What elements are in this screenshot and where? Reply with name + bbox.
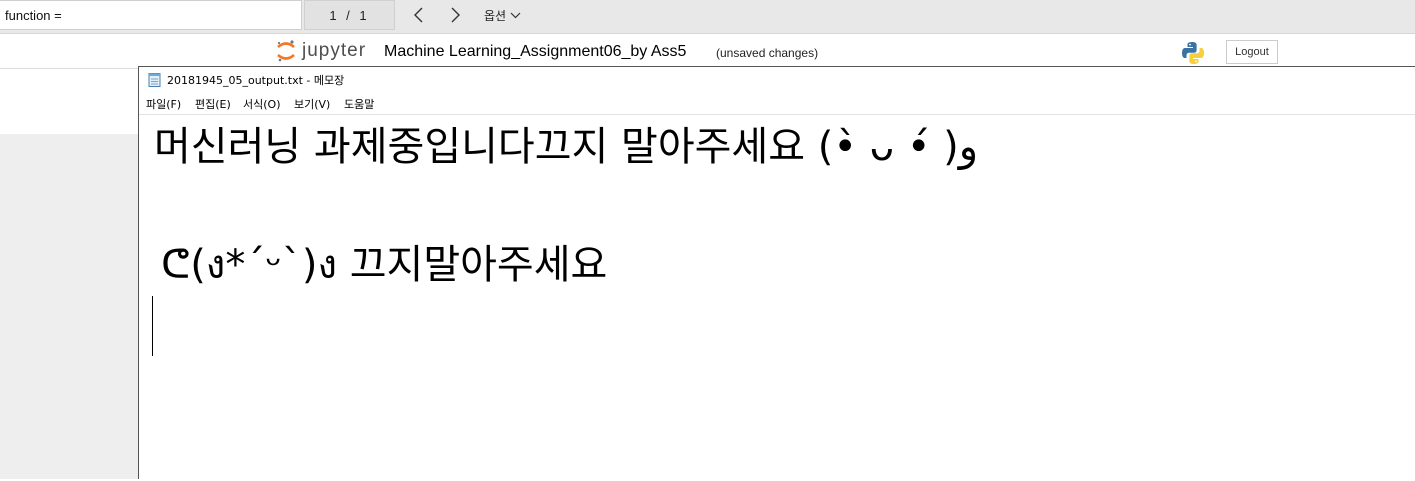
- chevron-right-icon: [451, 7, 460, 23]
- logout-button[interactable]: Logout: [1226, 40, 1278, 64]
- menu-format[interactable]: 서식(O): [243, 96, 280, 112]
- options-button[interactable]: 옵션: [484, 5, 521, 25]
- next-match-button[interactable]: [443, 4, 467, 26]
- notepad-menubar: 파일(F) 편집(E) 서식(O) 보기(V) 도움말: [139, 94, 1415, 114]
- chevron-down-icon: [510, 12, 521, 18]
- text-caret: [152, 296, 153, 356]
- find-bar: 1 / 1 옵션: [0, 0, 1415, 34]
- menu-edit[interactable]: 편집(E): [195, 96, 231, 112]
- python-icon: [1182, 42, 1204, 64]
- previous-match-button[interactable]: [407, 4, 431, 26]
- jupyter-logo-icon: [277, 40, 295, 62]
- jupyter-header: jupyter Machine Learning_Assignment06_by…: [0, 34, 1415, 68]
- notebook-title[interactable]: Machine Learning_Assignment06_by Ass5: [384, 43, 686, 61]
- jupyter-logo-text: jupyter: [302, 40, 367, 61]
- options-label: 옵션: [484, 8, 507, 23]
- notepad-icon: [148, 73, 161, 87]
- menu-view[interactable]: 보기(V): [294, 96, 330, 112]
- notepad-window-title: 20181945_05_output.txt - 메모장: [167, 74, 345, 87]
- find-input[interactable]: [0, 0, 302, 30]
- jupyter-logo[interactable]: jupyter: [276, 39, 366, 63]
- save-status: (unsaved changes): [716, 46, 819, 60]
- notepad-text-area[interactable]: 머신러닝 과제중입니다끄지 말아주세요 (•̀ ᴗ •́ )و ᕦ(ง*ˊᵕˋ)…: [139, 114, 1415, 481]
- jupyter-background: [0, 134, 140, 479]
- notepad-window: 20181945_05_output.txt - 메모장 파일(F) 편집(E)…: [138, 66, 1415, 481]
- chevron-left-icon: [414, 7, 423, 23]
- find-match-count: 1 / 1: [304, 0, 395, 30]
- menu-help[interactable]: 도움말: [344, 96, 374, 112]
- jupyter-toolbar: [0, 68, 140, 135]
- menu-file[interactable]: 파일(F): [146, 96, 181, 112]
- text-line: 머신러닝 과제중입니다끄지 말아주세요 (•̀ ᴗ •́ )و: [154, 124, 979, 170]
- text-line: ᕦ(ง*ˊᵕˋ)ง 끄지말아주세요: [161, 242, 608, 288]
- notepad-titlebar[interactable]: 20181945_05_output.txt - 메모장: [139, 67, 1415, 92]
